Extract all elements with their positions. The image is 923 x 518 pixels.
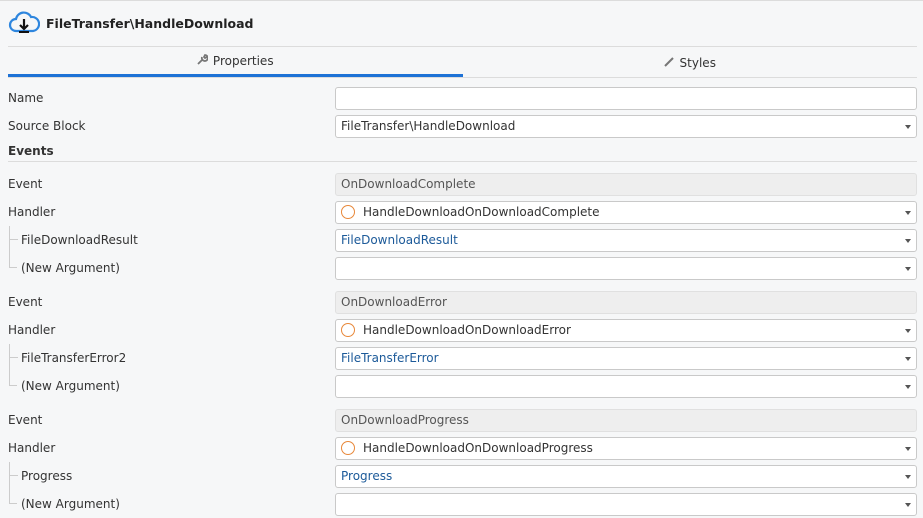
chevron-down-icon bbox=[905, 328, 911, 333]
event-row: Event OnDownloadComplete bbox=[8, 170, 917, 198]
event-label: Event bbox=[8, 177, 43, 191]
event-field: OnDownloadProgress bbox=[335, 408, 917, 432]
argument-label: FileTransferError2 bbox=[21, 351, 127, 365]
chevron-down-icon bbox=[905, 210, 911, 215]
handler-label: Handler bbox=[8, 205, 56, 219]
event-label: Event bbox=[8, 413, 43, 427]
divider bbox=[8, 46, 917, 47]
tree-line bbox=[9, 372, 17, 386]
argument-select[interactable]: Progress bbox=[335, 464, 917, 488]
source-block-label: Source Block bbox=[8, 119, 86, 133]
tree-line bbox=[9, 490, 17, 504]
argument-select[interactable]: FileTransferError bbox=[335, 346, 917, 370]
handler-select[interactable]: HandleDownloadOnDownloadProgress bbox=[335, 436, 917, 460]
chevron-down-icon bbox=[905, 474, 911, 479]
argument-value: FileDownloadResult bbox=[341, 233, 458, 247]
event-row: Event OnDownloadError bbox=[8, 288, 917, 316]
name-input[interactable] bbox=[335, 86, 917, 110]
page-title: FileTransfer\HandleDownload bbox=[46, 15, 254, 31]
new-argument-select[interactable] bbox=[335, 492, 917, 516]
handler-select[interactable]: HandleDownloadOnDownloadError bbox=[335, 318, 917, 342]
circle-icon bbox=[341, 205, 355, 219]
brush-icon bbox=[663, 56, 675, 70]
argument-label: Progress bbox=[21, 469, 73, 483]
new-argument-select[interactable] bbox=[335, 374, 917, 398]
chevron-down-icon bbox=[905, 238, 911, 243]
tab-bar: Properties Styles bbox=[8, 48, 917, 78]
handler-value: HandleDownloadOnDownloadProgress bbox=[363, 441, 593, 455]
handler-label: Handler bbox=[8, 323, 56, 337]
header: FileTransfer\HandleDownload bbox=[8, 8, 254, 38]
argument-label: FileDownloadResult bbox=[21, 233, 138, 247]
chevron-down-icon bbox=[905, 124, 911, 129]
tab-label: Styles bbox=[679, 55, 716, 70]
argument-row: Progress Progress bbox=[8, 462, 917, 490]
argument-row: FileTransferError2 FileTransferError bbox=[8, 344, 917, 372]
new-argument-select[interactable] bbox=[335, 256, 917, 280]
new-argument-label: (New Argument) bbox=[21, 497, 120, 511]
cloud-download-icon bbox=[8, 9, 41, 38]
top-border bbox=[0, 0, 923, 1]
argument-select[interactable]: FileDownloadResult bbox=[335, 228, 917, 252]
new-argument-row: (New Argument) bbox=[8, 490, 917, 518]
chevron-down-icon bbox=[905, 356, 911, 361]
tree-line bbox=[9, 254, 17, 268]
handler-select[interactable]: HandleDownloadOnDownloadComplete bbox=[335, 200, 917, 224]
argument-value: FileTransferError bbox=[341, 351, 439, 365]
handler-row: Handler HandleDownloadOnDownloadProgress bbox=[8, 434, 917, 462]
event-label: Event bbox=[8, 295, 43, 309]
handler-row: Handler HandleDownloadOnDownloadComplete bbox=[8, 198, 917, 226]
tab-label: Properties bbox=[212, 54, 274, 68]
tree-line bbox=[9, 226, 18, 254]
properties-form: Name Source Block FileTransfer\HandleDown… bbox=[8, 84, 917, 518]
chevron-down-icon bbox=[905, 266, 911, 271]
event-field: OnDownloadError bbox=[335, 290, 917, 314]
circle-icon bbox=[341, 441, 355, 455]
chevron-down-icon bbox=[905, 502, 911, 507]
handler-label: Handler bbox=[8, 441, 56, 455]
events-heading: Events bbox=[8, 140, 917, 162]
new-argument-row: (New Argument) bbox=[8, 372, 917, 400]
source-block-value: FileTransfer\HandleDownload bbox=[341, 119, 516, 133]
handler-row: Handler HandleDownloadOnDownloadError bbox=[8, 316, 917, 344]
event-row: Event OnDownloadProgress bbox=[8, 406, 917, 434]
source-block-select[interactable]: FileTransfer\HandleDownload bbox=[335, 114, 917, 138]
tree-line bbox=[9, 344, 18, 372]
handler-value: HandleDownloadOnDownloadError bbox=[363, 323, 571, 337]
chevron-down-icon bbox=[905, 384, 911, 389]
argument-row: FileDownloadResult FileDownloadResult bbox=[8, 226, 917, 254]
tab-styles[interactable]: Styles bbox=[463, 48, 918, 77]
circle-icon bbox=[341, 323, 355, 337]
tab-properties[interactable]: Properties bbox=[8, 48, 463, 77]
new-argument-label: (New Argument) bbox=[21, 379, 120, 393]
event-field: OnDownloadComplete bbox=[335, 172, 917, 196]
handler-value: HandleDownloadOnDownloadComplete bbox=[363, 205, 600, 219]
chevron-down-icon bbox=[905, 446, 911, 451]
new-argument-label: (New Argument) bbox=[21, 261, 120, 275]
new-argument-row: (New Argument) bbox=[8, 254, 917, 282]
argument-value: Progress bbox=[341, 469, 393, 483]
name-label: Name bbox=[8, 91, 44, 105]
tree-line bbox=[9, 462, 18, 490]
wrench-icon bbox=[197, 54, 209, 68]
